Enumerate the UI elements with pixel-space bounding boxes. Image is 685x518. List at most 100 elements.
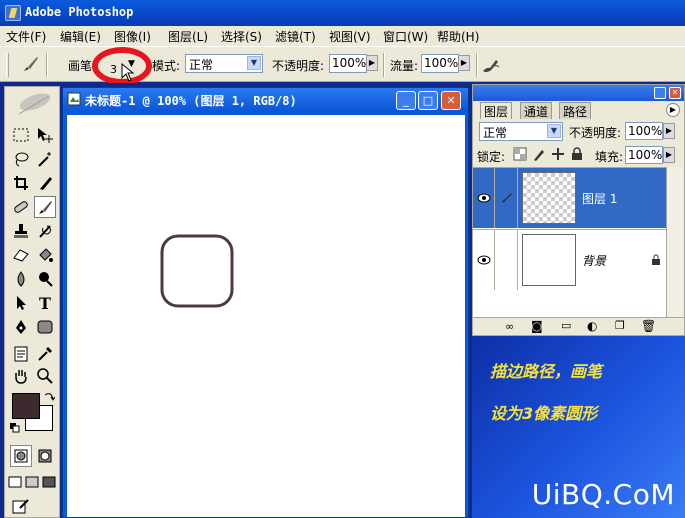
move-tool-icon[interactable]	[34, 124, 56, 146]
caption-line2: 设为3像素圆形	[490, 404, 598, 423]
flow-input[interactable]: 100%	[421, 54, 459, 73]
close-button[interactable]: ✕	[441, 91, 461, 110]
quick-mask-mode-icon[interactable]	[34, 445, 56, 467]
eyedropper-tool-icon[interactable]	[34, 343, 56, 365]
notes-tool-icon[interactable]	[10, 343, 32, 365]
magic-wand-tool-icon[interactable]	[34, 148, 56, 170]
crop-tool-icon[interactable]	[10, 172, 32, 194]
link-layers-icon[interactable]: ∞	[505, 320, 514, 333]
opacity-input[interactable]: 100%	[329, 54, 367, 73]
photoshop-app-icon	[5, 5, 21, 21]
blur-tool-icon[interactable]	[10, 268, 32, 290]
layers-footer: ∞ ◙ ▭ ◐ ❐ 🗑	[473, 317, 684, 335]
fill-arrow-icon[interactable]: ▶	[663, 147, 675, 163]
airbrush-icon[interactable]	[480, 54, 502, 76]
menu-filter[interactable]: 滤镜(T)	[275, 28, 316, 45]
panel-menu-icon[interactable]: ▶	[666, 103, 680, 117]
full-screen-mode-icon[interactable]	[41, 471, 57, 493]
menu-edit[interactable]: 编辑(E)	[60, 28, 101, 45]
layer-opacity-input[interactable]: 100%	[625, 122, 663, 140]
opacity-label: 不透明度:	[272, 59, 325, 73]
type-tool-icon[interactable]: T	[34, 292, 56, 314]
menu-bar: 文件(F) 编辑(E) 图像(I) 图层(L) 选择(S) 滤镜(T) 视图(V…	[0, 26, 685, 46]
history-brush-tool-icon[interactable]	[34, 220, 56, 242]
pen-tool-icon[interactable]	[10, 316, 32, 338]
layer-opacity-arrow-icon[interactable]: ▶	[663, 123, 675, 139]
path-selection-tool-icon[interactable]	[10, 292, 32, 314]
maximize-icon: □	[422, 94, 434, 107]
layers-panel: ✕ 图层 通道 路径 ▶ 正常 ▼ 不透明度: 100% ▶ 锁定: 填充: 1…	[472, 84, 685, 336]
slice-tool-icon[interactable]	[34, 172, 56, 194]
menu-window[interactable]: 窗口(W)	[383, 28, 428, 45]
fill-input[interactable]: 100%	[625, 146, 663, 164]
shape-tool-icon[interactable]	[34, 316, 56, 338]
panel-title-bar[interactable]: ✕	[473, 85, 684, 101]
lasso-tool-icon[interactable]	[10, 148, 32, 170]
background-thumbnail	[522, 234, 576, 286]
paint-bucket-tool-icon[interactable]	[34, 244, 56, 266]
eraser-tool-icon[interactable]	[10, 244, 32, 266]
eye-icon[interactable]	[473, 230, 495, 290]
tab-paths[interactable]: 路径	[559, 102, 592, 119]
lock-pixels-icon[interactable]	[532, 147, 546, 161]
layer-row-background[interactable]: 背景	[473, 229, 666, 290]
layers-scrollbar[interactable]	[666, 167, 683, 317]
lock-transparency-icon[interactable]	[513, 147, 527, 161]
hand-tool-icon[interactable]	[10, 365, 32, 387]
blend-mode-select[interactable]: 正常 ▼	[479, 122, 563, 141]
menu-image[interactable]: 图像(I)	[114, 28, 151, 45]
layer-opacity-label: 不透明度:	[569, 126, 622, 140]
paint-brush-icon[interactable]	[496, 168, 518, 228]
menu-layer[interactable]: 图层(L)	[168, 28, 208, 45]
marquee-tool-icon[interactable]	[10, 124, 32, 146]
toolbar-grip[interactable]	[6, 53, 9, 77]
delete-layer-icon[interactable]: 🗑	[641, 319, 656, 333]
zoom-tool-icon[interactable]	[34, 365, 56, 387]
menu-file[interactable]: 文件(F)	[6, 28, 46, 45]
feather-logo-icon[interactable]	[9, 89, 57, 119]
swap-colors-icon[interactable]	[43, 391, 55, 403]
adjustment-layer-icon[interactable]: ◐	[587, 319, 597, 333]
standard-mode-icon[interactable]	[10, 445, 32, 467]
minimize-button[interactable]: _	[396, 91, 416, 110]
jump-to-imageready-icon[interactable]	[10, 495, 32, 517]
mode-select[interactable]: 正常 ▼	[185, 54, 263, 73]
watermark-text: UiBQ.CoM	[531, 478, 675, 511]
layer-style-icon[interactable]: ◙	[531, 319, 543, 333]
document-title-bar[interactable]: 未标题-1 @ 100% (图层 1, RGB/8) _ □ ✕	[63, 88, 468, 112]
tool-preset-brush-icon[interactable]	[18, 52, 44, 76]
background-layer-name: 背景	[582, 254, 607, 268]
new-group-icon[interactable]: ▭	[561, 319, 571, 332]
dodge-tool-icon[interactable]	[34, 268, 56, 290]
opacity-slider-arrow-icon[interactable]: ▶	[366, 55, 378, 71]
panel-minimize-icon[interactable]	[654, 87, 666, 99]
flow-slider-arrow-icon[interactable]: ▶	[458, 55, 470, 71]
tab-channels[interactable]: 通道	[520, 102, 553, 119]
empty-link-slot[interactable]	[496, 230, 518, 290]
lock-position-icon[interactable]	[551, 147, 565, 161]
new-layer-icon[interactable]: ❐	[615, 319, 625, 332]
full-screen-menu-mode-icon[interactable]	[24, 471, 40, 493]
menu-view[interactable]: 视图(V)	[329, 28, 371, 45]
brush-tool-icon[interactable]	[34, 196, 56, 218]
blend-mode-value: 正常	[483, 126, 508, 140]
close-icon: ✕	[446, 94, 456, 107]
app-title: Adobe Photoshop	[25, 5, 134, 19]
layer-row-layer1[interactable]: 图层 1	[473, 168, 666, 228]
tab-layers[interactable]: 图层	[480, 102, 513, 119]
rounded-square-stroke	[160, 234, 234, 308]
standard-screen-mode-icon[interactable]	[7, 471, 23, 493]
lock-all-icon[interactable]	[570, 147, 584, 161]
default-colors-icon[interactable]	[10, 423, 20, 433]
app-title-bar: Adobe Photoshop	[0, 0, 685, 26]
eye-icon[interactable]	[473, 168, 495, 228]
menu-help[interactable]: 帮助(H)	[437, 28, 479, 45]
fill-label: 填充:	[595, 150, 624, 164]
menu-select[interactable]: 选择(S)	[221, 28, 262, 45]
panel-close-icon[interactable]: ✕	[669, 87, 681, 99]
clone-stamp-tool-icon[interactable]	[10, 220, 32, 242]
minimize-icon: _	[403, 94, 409, 107]
image-canvas[interactable]	[67, 115, 465, 517]
maximize-button[interactable]: □	[418, 91, 438, 110]
healing-brush-tool-icon[interactable]	[10, 196, 32, 218]
